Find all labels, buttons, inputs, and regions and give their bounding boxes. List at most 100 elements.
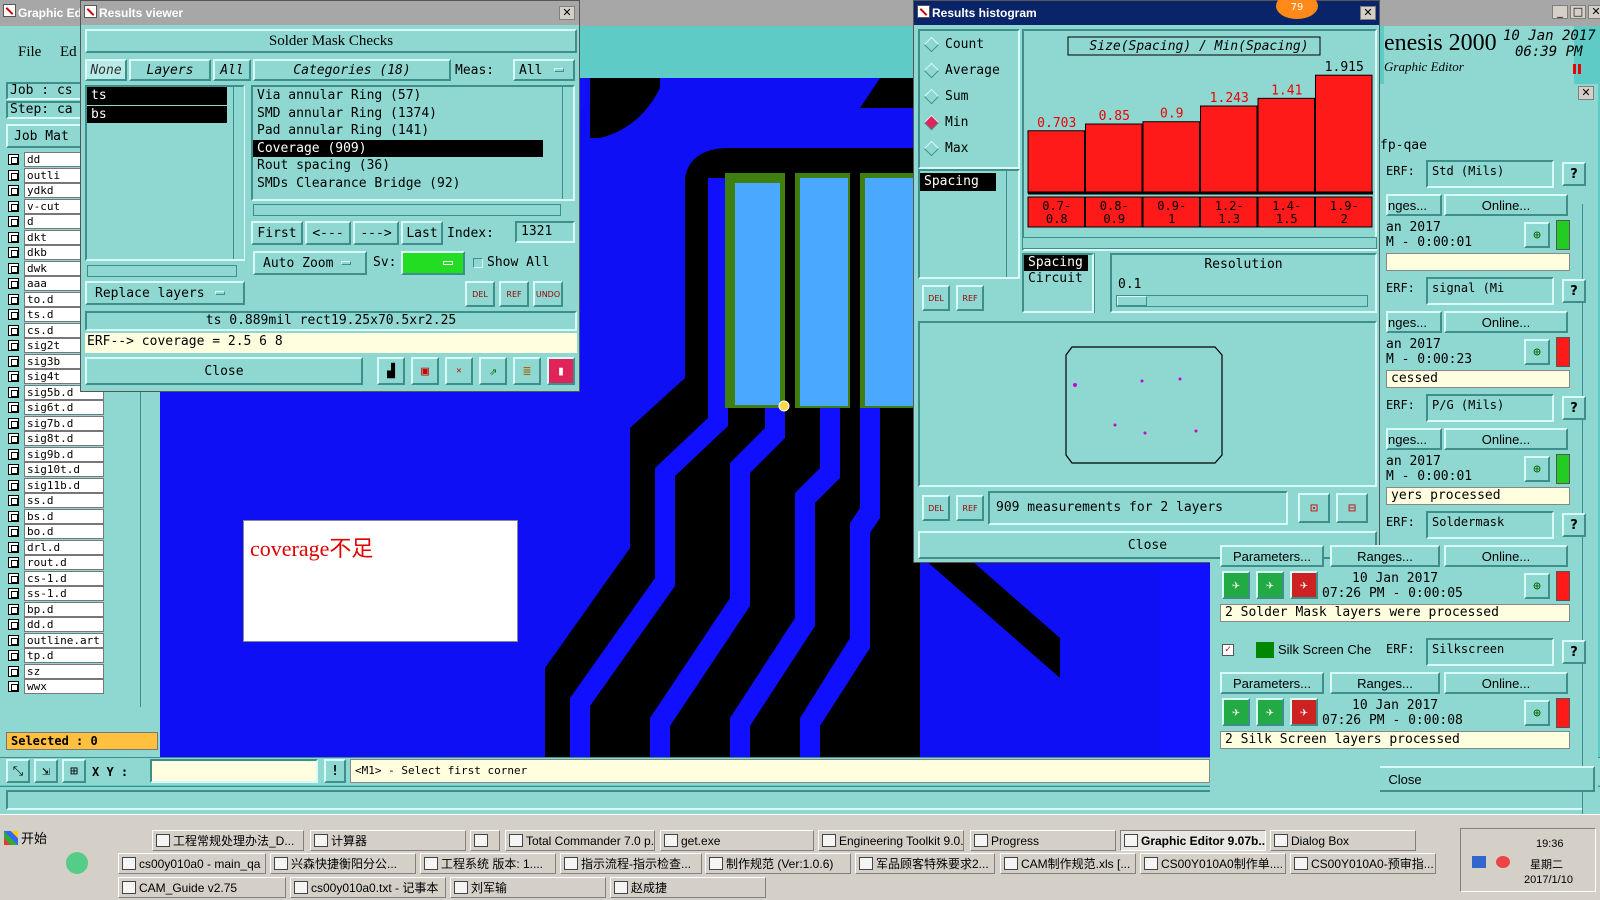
zoom-report-icon[interactable]: ⊕ bbox=[1524, 573, 1550, 599]
run-check-icon[interactable]: ✈ bbox=[1222, 571, 1250, 599]
category-item[interactable]: Pad annular Ring (141) bbox=[253, 122, 543, 140]
zoom-report-icon[interactable]: ⊕ bbox=[1524, 222, 1550, 248]
layers-listbox[interactable]: ts bs bbox=[85, 85, 245, 261]
erf-field[interactable]: Soldermask bbox=[1426, 511, 1554, 539]
layer-checkbox[interactable] bbox=[8, 634, 19, 646]
last-button[interactable]: Last bbox=[401, 221, 443, 245]
ranges-button[interactable]: Ranges... bbox=[1330, 545, 1440, 567]
category-item[interactable]: Via annular Ring (57) bbox=[253, 87, 543, 105]
ref-button[interactable]: REF bbox=[499, 281, 529, 307]
grid-tool-icon[interactable]: ⊞ bbox=[62, 759, 86, 783]
layer-checkbox[interactable] bbox=[8, 402, 19, 414]
layer-checkbox[interactable] bbox=[8, 262, 19, 274]
layer-checkbox[interactable] bbox=[8, 681, 19, 693]
taskbar-item[interactable]: 兴森快捷衡阳分公... bbox=[270, 853, 416, 874]
parameters-button[interactable]: Parameters... bbox=[1220, 545, 1324, 567]
taskbar-item[interactable]: 指示流程-指示检查... bbox=[560, 853, 702, 874]
ranges-button[interactable]: nges... bbox=[1386, 428, 1442, 450]
layer-checkbox[interactable] bbox=[8, 340, 19, 352]
layer-checkbox[interactable] bbox=[8, 588, 19, 600]
layer-row[interactable]: bp.d bbox=[8, 601, 128, 618]
layer-item-ts[interactable]: ts bbox=[87, 87, 227, 105]
help-button[interactable]: ? bbox=[1562, 279, 1586, 303]
histogram-icon[interactable]: ▮ bbox=[547, 357, 575, 385]
layers-none-button[interactable]: None bbox=[85, 59, 127, 81]
taskbar-item[interactable]: cs00y010a0.txt - 记事本 bbox=[290, 877, 446, 898]
category-item[interactable]: Rout spacing (36) bbox=[253, 157, 543, 175]
stat-option-min[interactable]: Min bbox=[920, 109, 1018, 135]
auto-zoom-dropdown[interactable]: Auto Zoom bbox=[253, 251, 367, 275]
layer-row[interactable]: sig8t.d bbox=[8, 431, 128, 447]
taskbar-item[interactable]: 刘军输 bbox=[450, 877, 606, 898]
shortcut-icon[interactable]: ⇗ bbox=[479, 357, 507, 385]
categories-listbox[interactable]: Via annular Ring (57) SMD annular Ring (1… bbox=[251, 85, 575, 201]
check-enabled-checkbox[interactable]: ✓ bbox=[1222, 644, 1234, 656]
show-all-toggle[interactable]: Show All bbox=[473, 255, 550, 270]
zoom-report-icon[interactable]: ⊕ bbox=[1524, 456, 1550, 482]
layer-checkbox[interactable] bbox=[8, 154, 19, 166]
radio-icon[interactable] bbox=[923, 88, 940, 104]
taskbar-item[interactable]: Graphic Editor 9.07b... bbox=[1120, 830, 1266, 851]
category-item[interactable]: SMD annular Ring (1374) bbox=[253, 105, 543, 123]
categories-scrollbar[interactable] bbox=[562, 87, 573, 199]
meas-dropdown[interactable]: All bbox=[513, 59, 575, 81]
start-button[interactable]: 开始 bbox=[4, 828, 47, 847]
radio-icon[interactable] bbox=[923, 140, 940, 156]
next-button[interactable]: ---> bbox=[353, 221, 399, 245]
checklist-close-icon[interactable]: ✕ bbox=[1578, 86, 1594, 100]
layer-checkbox[interactable] bbox=[8, 231, 19, 243]
erf-field[interactable]: signal (Mi bbox=[1426, 277, 1554, 305]
category-item[interactable]: Coverage (909) bbox=[253, 139, 543, 157]
layer-row[interactable]: bo.d bbox=[8, 524, 128, 540]
layer-row[interactable]: ss.d bbox=[8, 493, 128, 509]
taskbar-item[interactable]: CS00Y010A0-预审指... bbox=[1290, 853, 1436, 874]
field-list-scrollbar[interactable] bbox=[1006, 171, 1018, 277]
category-item[interactable]: SMDs Clearance Bridge (92) bbox=[253, 175, 543, 193]
resolution-slider[interactable] bbox=[1116, 295, 1368, 307]
taskbar-item[interactable]: 制作规范 (Ver:1.0.6) bbox=[705, 853, 851, 874]
show-all-checkbox[interactable] bbox=[473, 257, 483, 268]
layer-row[interactable]: sig7b.d bbox=[8, 415, 128, 432]
stop-check-icon[interactable]: ✈ bbox=[1290, 571, 1318, 599]
erf-field[interactable]: P/G (Mils) bbox=[1426, 394, 1554, 422]
taskbar-item[interactable]: 计算器 bbox=[310, 830, 466, 851]
online-button[interactable]: Online... bbox=[1444, 672, 1568, 694]
hist-ref-button[interactable]: REF bbox=[956, 285, 984, 311]
report-icon[interactable]: ≣ bbox=[513, 357, 541, 385]
menu-edit[interactable]: Ed bbox=[60, 44, 77, 61]
close-window-button[interactable]: ✕ bbox=[1588, 5, 1600, 19]
layer-checkbox[interactable] bbox=[8, 386, 19, 398]
histogram-close-icon[interactable]: ✕ bbox=[1360, 6, 1376, 20]
layer-checkbox[interactable] bbox=[8, 200, 19, 212]
taskbar-item[interactable]: Progress bbox=[970, 830, 1116, 851]
categories-hscrollbar[interactable] bbox=[253, 204, 561, 216]
info-icon[interactable]: ! bbox=[324, 759, 346, 783]
layer-row[interactable]: tp.d bbox=[8, 648, 128, 664]
layer-checkbox[interactable] bbox=[8, 185, 19, 197]
taskbar-item[interactable]: 军品顾客特殊要求2... bbox=[855, 853, 995, 874]
zoom-report-icon[interactable]: ⊕ bbox=[1524, 700, 1550, 726]
categories-tab[interactable]: Categories (18) bbox=[253, 59, 451, 81]
layer-checkbox[interactable] bbox=[8, 355, 19, 367]
ref-cross-icon[interactable]: ✕ bbox=[445, 357, 473, 385]
taskbar-item[interactable]: 赵成捷 bbox=[610, 877, 766, 898]
layer-checkbox[interactable] bbox=[8, 247, 19, 259]
minimize-button[interactable]: _ bbox=[1552, 5, 1568, 19]
stat-option-average[interactable]: Average bbox=[920, 57, 1018, 83]
layer-checkbox[interactable] bbox=[8, 557, 19, 569]
stat-option-count[interactable]: Count bbox=[920, 31, 1018, 57]
layer-checkbox[interactable] bbox=[8, 216, 19, 228]
zoom-fit-icon[interactable]: ⊡ bbox=[1298, 493, 1330, 523]
parameters-button[interactable]: Parameters... bbox=[1220, 672, 1324, 694]
taskbar-item[interactable]: CAM_Guide v2.75 bbox=[118, 877, 286, 898]
measure-type-circuit[interactable]: Circuit bbox=[1024, 271, 1092, 287]
taskbar-item[interactable]: get.exe bbox=[660, 830, 814, 851]
zoom-area-icon[interactable]: ⊟ bbox=[1336, 493, 1368, 523]
online-button[interactable]: Online... bbox=[1444, 545, 1568, 567]
taskbar-item[interactable]: Engineering Toolkit 9.0.... bbox=[818, 830, 964, 851]
help-button[interactable]: ? bbox=[1562, 162, 1586, 186]
layer-checkbox[interactable] bbox=[8, 417, 19, 429]
layer-checkbox[interactable] bbox=[8, 665, 19, 677]
layers-hscrollbar[interactable] bbox=[87, 265, 237, 277]
tray-app-icon[interactable] bbox=[1496, 856, 1510, 868]
